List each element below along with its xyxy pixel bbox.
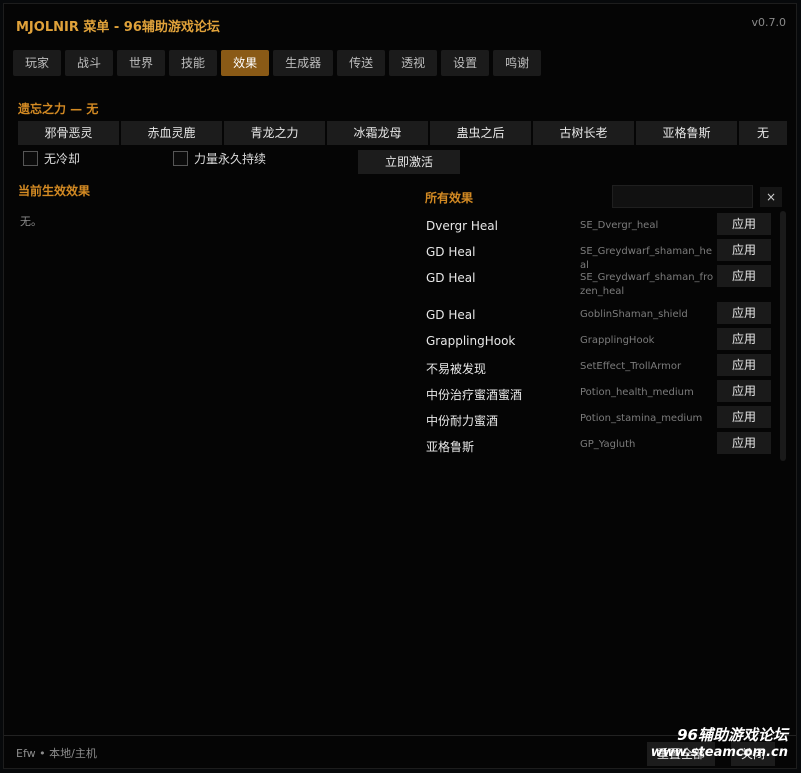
forsaken-buff-row: 邪骨恶灵 赤血灵鹿 青龙之力 冰霜龙母 蛊虫之后 古树长老 亚格鲁斯 无 [18,121,787,145]
tab-combat[interactable]: 战斗 [65,50,114,76]
effect-id: Potion_health_medium [580,387,694,398]
watermark-line1: 96辅助游戏论坛 [677,726,788,744]
effect-name: 中份耐力蜜酒 [426,414,499,428]
effect-id: SE_Dvergr_heal [580,220,659,231]
buff-button-5[interactable]: 蛊虫之后 [430,121,531,145]
list-item: GD Heal SE_Greydwarf_shaman_frozen_heal … [424,263,776,300]
effect-name: 不易被发现 [426,362,487,376]
effect-id: GoblinShaman_shield [580,309,688,320]
apply-button[interactable]: 应用 [717,328,771,350]
all-effects-label: 所有效果 [425,191,474,205]
effect-name: GD Heal [426,308,476,322]
apply-button[interactable]: 应用 [717,302,771,324]
active-effects-empty: 无。 [20,215,42,228]
effect-id: Potion_stamina_medium [580,413,703,424]
apply-button[interactable]: 应用 [717,265,771,287]
effect-id: SetEffect_TrollArmor [580,361,682,372]
buff-button-7[interactable]: 亚格鲁斯 [636,121,737,145]
permanent-checkbox[interactable] [173,151,188,166]
mod-menu-window: MJOLNIR 菜单 - 96辅助游戏论坛 v0.7.0 玩家 战斗 世界 技能… [3,3,797,769]
permanent-option[interactable]: 力量永久持续 [173,150,266,167]
apply-button[interactable]: 应用 [717,213,771,235]
clear-search-button[interactable]: × [760,187,782,207]
tab-effects[interactable]: 效果 [221,50,270,76]
list-item: GD Heal GoblinShaman_shield 应用 [424,300,776,326]
activate-now-button[interactable]: 立即激活 [358,150,460,174]
effect-name: GrapplingHook [426,334,516,348]
effects-scrollbar[interactable] [780,211,786,461]
tab-player[interactable]: 玩家 [13,50,62,76]
buff-button-4[interactable]: 冰霜龙母 [327,121,428,145]
watermark-line2: www.steamcom.cn [650,745,788,760]
buff-button-3[interactable]: 青龙之力 [224,121,325,145]
apply-button[interactable]: 应用 [717,239,771,261]
version-label: v0.7.0 [751,16,787,29]
site-watermark: 96辅助游戏论坛 www.steamcom.cn [651,724,788,760]
buff-button-6[interactable]: 古树长老 [533,121,634,145]
tab-spawner[interactable]: 生成器 [273,50,334,76]
list-item: GrapplingHook GrapplingHook 应用 [424,326,776,352]
list-item: 亚格鲁斯 GP_Yagluth 应用 [424,430,776,456]
list-item: 中份耐力蜜酒 Potion_stamina_medium 应用 [424,404,776,430]
effects-list: Dvergr Heal SE_Dvergr_heal 应用 GD Heal SE… [424,211,776,456]
apply-button[interactable]: 应用 [717,380,771,402]
tab-skills[interactable]: 技能 [169,50,218,76]
effect-name: Dvergr Heal [426,219,498,233]
effects-search-input[interactable] [612,185,753,208]
no-cooldown-label: 无冷却 [44,152,81,166]
permanent-label: 力量永久持续 [194,152,267,166]
no-cooldown-option[interactable]: 无冷却 [23,150,80,167]
apply-button[interactable]: 应用 [717,354,771,376]
list-item: 中份治疗蜜酒蜜酒 Potion_health_medium 应用 [424,378,776,404]
effect-name: GD Heal [426,271,476,285]
tab-settings[interactable]: 设置 [441,50,490,76]
forsaken-power-label: 遗忘之力 — 无 [18,102,99,116]
no-cooldown-checkbox[interactable] [23,151,38,166]
list-item: 不易被发现 SetEffect_TrollArmor 应用 [424,352,776,378]
buff-button-2[interactable]: 赤血灵鹿 [121,121,222,145]
effect-id: GP_Yagluth [580,439,636,450]
effect-id: GrapplingHook [580,335,655,346]
tab-credits[interactable]: 鸣谢 [493,50,542,76]
buff-button-none[interactable]: 无 [739,121,787,145]
list-item: GD Heal SE_Greydwarf_shaman_heal 应用 [424,237,776,271]
apply-button[interactable]: 应用 [717,406,771,428]
buff-button-1[interactable]: 邪骨恶灵 [18,121,119,145]
window-title: MJOLNIR 菜单 - 96辅助游戏论坛 [16,20,220,35]
tab-world[interactable]: 世界 [117,50,166,76]
effect-name: GD Heal [426,245,476,259]
apply-button[interactable]: 应用 [717,432,771,454]
active-effects-label: 当前生效效果 [18,184,91,198]
tab-bar: 玩家 战斗 世界 技能 效果 生成器 传送 透视 设置 鸣谢 [13,50,542,76]
effect-name: 亚格鲁斯 [426,440,475,454]
list-item: Dvergr Heal SE_Dvergr_heal 应用 [424,211,776,237]
effect-id: SE_Greydwarf_shaman_frozen_heal [580,272,714,297]
tab-esp[interactable]: 透视 [389,50,438,76]
effect-name: 中份治疗蜜酒蜜酒 [426,388,523,402]
footer-status: Efw • 本地/主机 [16,747,97,760]
tab-teleport[interactable]: 传送 [337,50,386,76]
